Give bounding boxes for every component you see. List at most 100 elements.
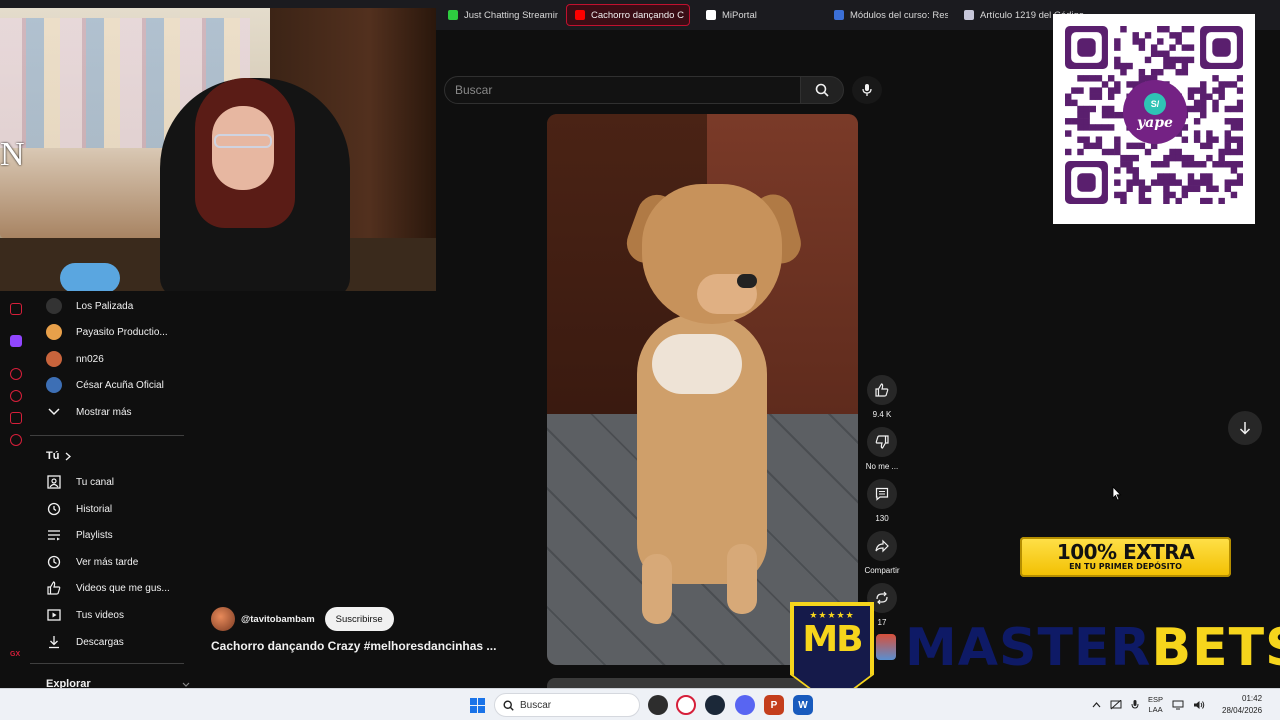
rail-history-icon[interactable] (10, 390, 22, 402)
browser-side-rail: GX (0, 291, 30, 688)
sidebar-subscription-los-palizada[interactable]: Los Palizada (46, 294, 133, 318)
promo-headline: 100% EXTRA (1056, 540, 1195, 564)
remix-count: 17 (877, 618, 887, 627)
language-indicator[interactable]: ESP LAA (1148, 695, 1163, 715)
subscribe-button[interactable]: Suscribirse (324, 607, 394, 631)
taskbar-app-opera-icon[interactable] (676, 695, 696, 715)
rail-icon-3[interactable] (10, 368, 22, 380)
taskbar-app-powerpoint-icon[interactable]: P (764, 695, 784, 715)
voice-search-button[interactable] (852, 76, 882, 104)
mouse-cursor-icon (1112, 486, 1122, 501)
sidebar-show-more[interactable]: Mostrar más (46, 400, 132, 424)
windows-start-icon[interactable] (470, 698, 485, 713)
display-icon[interactable] (1172, 700, 1184, 710)
sidebar-heading-label: Tú (46, 450, 60, 462)
guide-sidebar: Los Palizada Payasito Productio... nn026… (30, 291, 190, 690)
search-input[interactable]: Buscar (444, 76, 801, 104)
comments-button[interactable] (867, 479, 897, 509)
taskbar-clock[interactable]: 01:42 28/04/2026 (1222, 693, 1262, 717)
sidebar-item-label: Mostrar más (76, 406, 132, 418)
yape-qr-overlay: S/ yape (1053, 14, 1255, 224)
dislike-button[interactable] (867, 427, 897, 457)
sidebar-item-tus-videos[interactable]: Tus videos (46, 603, 124, 627)
volume-icon[interactable] (1193, 700, 1205, 710)
sidebar-item-label: Descargas (76, 636, 124, 648)
brand-part-master: MASTER (905, 618, 1152, 678)
sidebar-item-ver-mas-tarde[interactable]: Ver más tarde (46, 550, 138, 574)
sidebar-item-videos-me-gustan[interactable]: Videos que me gus... (46, 576, 170, 600)
tab-modulos[interactable]: Módulos del curso: Respo (826, 4, 948, 26)
rail-icon-5[interactable] (10, 412, 22, 424)
channel-avatar (46, 377, 62, 393)
sidebar-item-label: Playlists (76, 529, 113, 541)
comment-count: 130 (875, 514, 889, 523)
share-icon (875, 539, 889, 553)
sidebar-item-label: Payasito Productio... (76, 326, 168, 338)
sidebar-subscription-cesar-acuna[interactable]: César Acuña Oficial (46, 373, 164, 397)
clock-date: 28/04/2026 (1222, 706, 1263, 715)
sidebar-subscription-payasito[interactable]: Payasito Productio... (46, 320, 168, 344)
sidebar-you-heading[interactable]: Tú (46, 450, 72, 462)
dog-chest (652, 334, 742, 394)
streamer-webcam: N (0, 8, 436, 291)
promo-banner: 100% EXTRA EN TU PRIMER DEPÓSITO (1020, 537, 1231, 577)
taskbar-app-chrome-icon[interactable] (648, 695, 668, 715)
search-button[interactable] (800, 76, 844, 104)
document-favicon-icon (964, 10, 974, 20)
sidebar-item-playlists[interactable]: Playlists (46, 523, 113, 547)
short-title[interactable]: Cachorro dançando Crazy #melhoresdancinh… (211, 639, 496, 653)
avatar[interactable] (211, 607, 235, 631)
channel-avatar (46, 324, 62, 340)
taskbar-app-word-icon[interactable]: W (793, 695, 813, 715)
miportal-favicon-icon (706, 10, 716, 20)
next-short-button[interactable] (1228, 411, 1262, 445)
yape-wordmark: yape (1137, 115, 1173, 131)
microphone-icon[interactable] (1131, 699, 1139, 711)
sidebar-item-descargas[interactable]: Descargas (46, 630, 124, 654)
share-label: Compartir (864, 566, 900, 575)
dog-leg-right (727, 544, 757, 614)
network-off-icon[interactable] (1110, 700, 1122, 710)
tab-label: MiPortal (722, 9, 757, 21)
dog-leg-left (642, 554, 672, 624)
sidebar-item-label: Los Palizada (76, 300, 134, 312)
like-action[interactable]: 9.4 K (864, 375, 900, 419)
yape-badge: S/ (1144, 93, 1166, 115)
short-channel-info: @tavitobambam Suscribirse (211, 607, 394, 631)
sidebar-subscription-nn026[interactable]: nn026 (46, 347, 104, 371)
rail-settings-icon[interactable] (10, 434, 22, 446)
like-button[interactable] (867, 375, 897, 405)
dislike-action[interactable]: No me ... (864, 427, 900, 471)
sidebar-item-historial[interactable]: Historial (46, 497, 112, 521)
remix-icon (876, 591, 888, 605)
chevron-up-icon[interactable] (1092, 702, 1101, 708)
taskbar-search[interactable]: Buscar (494, 693, 640, 717)
sidebar-item-label: Tus videos (76, 609, 124, 621)
sidebar-item-label: Videos que me gus... (76, 582, 170, 594)
rail-twitch-icon[interactable] (10, 335, 22, 347)
shorts-video-player[interactable] (547, 114, 858, 665)
taskbar-app-steam-icon[interactable] (705, 695, 725, 715)
channel-avatar (46, 351, 62, 367)
share-button[interactable] (867, 531, 897, 561)
sound-thumbnail[interactable] (876, 634, 896, 660)
streamer-glasses (214, 134, 272, 148)
system-tray: ESP LAA (1092, 689, 1205, 720)
promo-subline: EN TU PRIMER DEPÓSITO (1069, 562, 1182, 571)
search-icon (815, 83, 829, 97)
tab-cachorro[interactable]: Cachorro dançando C (566, 4, 690, 26)
tab-miportal[interactable]: MiPortal (698, 4, 818, 26)
sidebar-item-label: Tu canal (76, 476, 114, 488)
taskbar-app-discord-icon[interactable] (735, 695, 755, 715)
tab-just-chatting[interactable]: Just Chatting Streaming - (440, 4, 558, 26)
comments-action[interactable]: 130 (864, 479, 900, 523)
download-icon (46, 634, 62, 650)
sidebar-item-tu-canal[interactable]: Tu canal (46, 470, 114, 494)
brand-part-bets: BETS (1151, 618, 1280, 678)
share-action[interactable]: Compartir (864, 531, 900, 575)
channel-handle[interactable]: @tavitobambam (241, 614, 315, 625)
tab-label: Cachorro dançando C (591, 9, 684, 21)
history-icon (46, 501, 62, 517)
rail-icon-1[interactable] (10, 303, 22, 315)
masterbets-wordmark: MASTERBETS (905, 618, 1280, 678)
